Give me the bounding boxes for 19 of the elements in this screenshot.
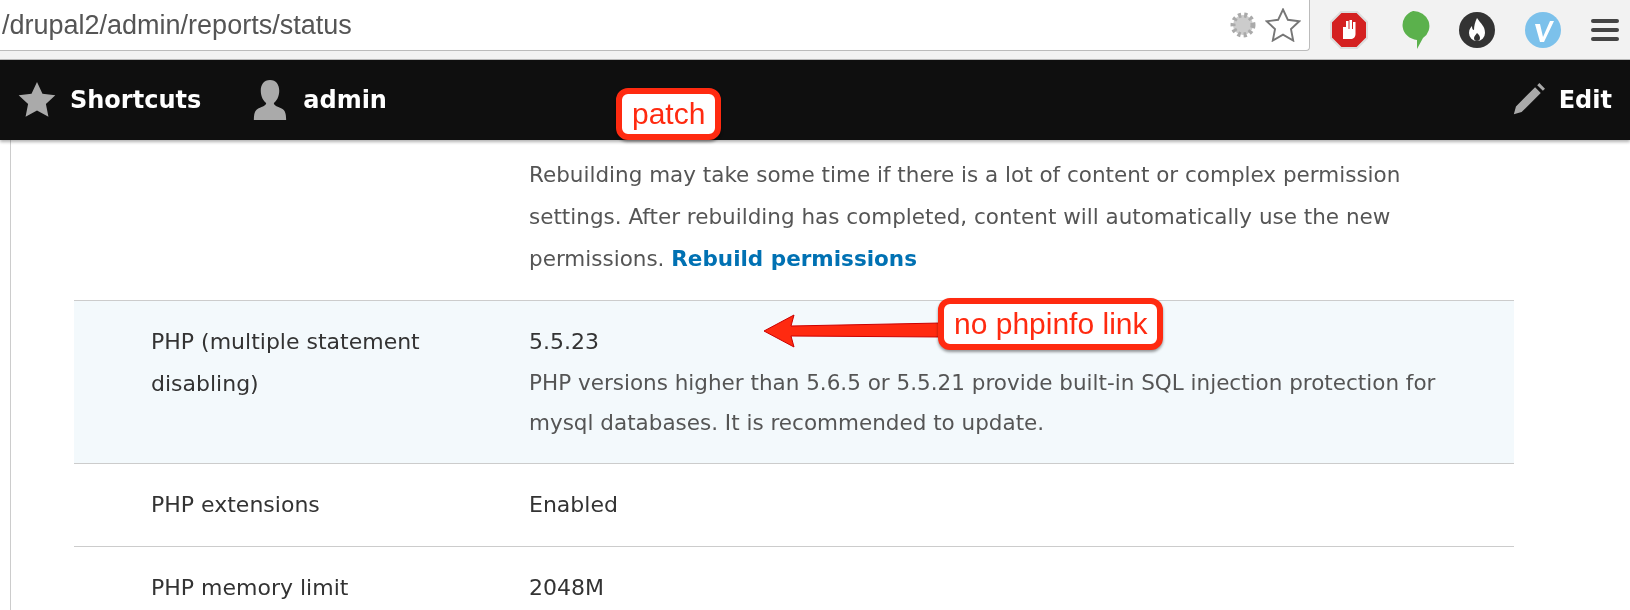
bookmark-star-icon[interactable] [1265,8,1301,42]
row-label: PHP extensions [150,491,321,519]
star-icon [18,82,56,118]
user-tab[interactable]: admin [251,80,387,120]
row-label: PHP (multiple statement disabling) [150,328,421,398]
menu-icon[interactable] [1590,16,1620,43]
description-text: Rebuilding may take some time if there is a lot of content or complex permission settings. After rebuilding has completed, content will automatically use the new permissions. Rebuild permissions [529,161,1402,273]
annotation-label: no phpinfo link [938,298,1164,350]
row-value: 5.5.23 [529,328,599,356]
row-value: 2048M [529,574,604,602]
rebuild-permissions-link[interactable]: Rebuild permissions [671,246,917,271]
flame-icon[interactable] [1458,10,1496,49]
stop-hand-icon[interactable] [1330,10,1368,49]
description-text: PHP versions higher than 5.6.5 or 5.5.21 provide built-in SQL injection protection for mysql databases. It is recommended to update. [529,369,1437,437]
edit-button[interactable]: Edit [1510,83,1612,117]
row-value: Enabled [529,491,618,519]
annotation-label: patch [616,88,722,140]
shortcuts-tab[interactable]: Shortcuts [18,82,202,118]
row-label: PHP memory limit [150,574,350,602]
